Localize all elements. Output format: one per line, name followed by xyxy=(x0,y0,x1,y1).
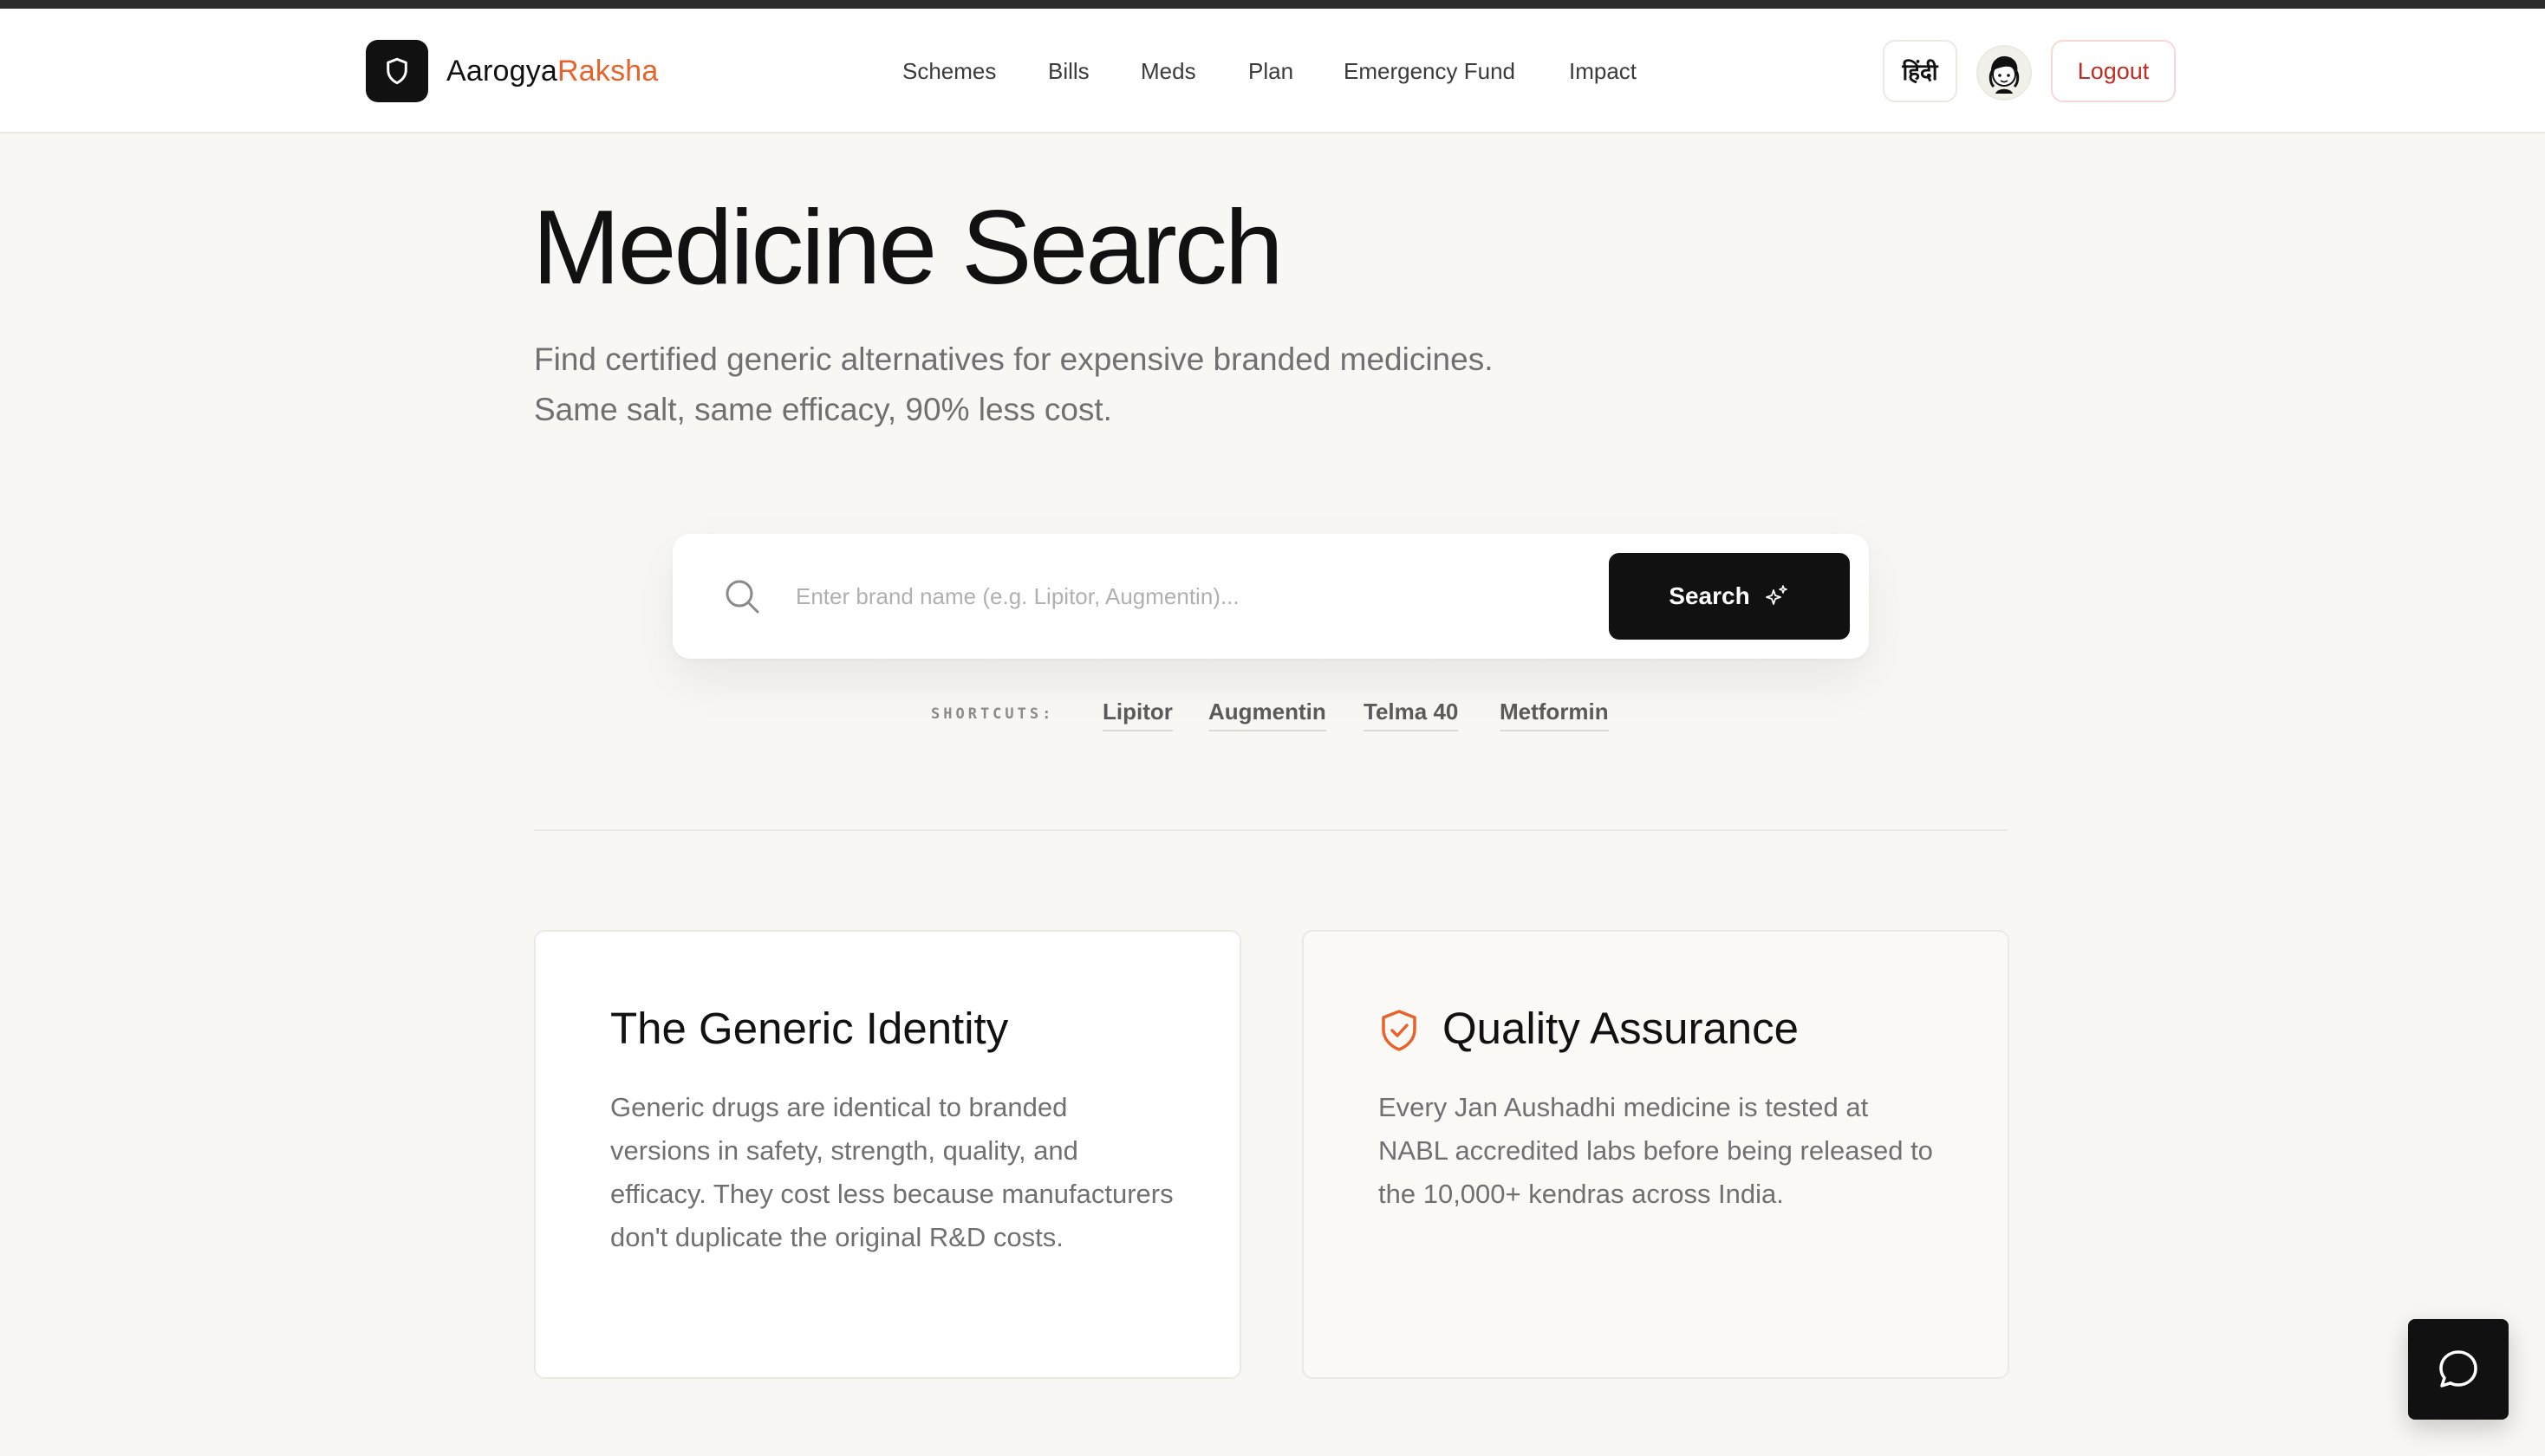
shield-logo-icon xyxy=(387,57,407,85)
subtitle-line-1: Find certified generic alternatives for … xyxy=(534,341,1494,377)
shortcut-chip-metformin[interactable]: Metformin xyxy=(1500,697,1609,731)
search-icon xyxy=(726,580,759,614)
brand-name[interactable]: AarogyaRaksha xyxy=(446,52,659,90)
brand-name-part1: Aarogya xyxy=(446,55,558,88)
chat-bubble-icon xyxy=(2439,1350,2477,1388)
search-button[interactable]: Search xyxy=(1609,553,1850,640)
language-toggle-button[interactable]: हिंदी xyxy=(1883,40,1957,102)
generic-identity-card: The Generic Identity Generic drugs are i… xyxy=(534,930,1241,1379)
logout-button[interactable]: Logout xyxy=(2051,40,2176,102)
sparkles-icon xyxy=(1765,585,1787,605)
logo[interactable] xyxy=(366,40,428,102)
shortcut-chip-augmentin[interactable]: Augmentin xyxy=(1208,697,1326,731)
card-body: Every Jan Aushadhi medicine is tested at… xyxy=(1378,1092,1933,1209)
quality-assurance-card: Quality Assurance Every Jan Aushadhi med… xyxy=(1302,930,2009,1379)
subtitle-line-2: Same salt, same efficacy, 90% less cost. xyxy=(534,392,1112,427)
avatar[interactable] xyxy=(1976,45,2032,101)
shortcut-chip-lipitor[interactable]: Lipitor xyxy=(1103,697,1173,731)
nav-item-impact[interactable]: Impact xyxy=(1569,54,1637,88)
card-body: Generic drugs are identical to branded v… xyxy=(610,1092,1174,1252)
nav-item-meds[interactable]: Meds xyxy=(1141,54,1196,88)
search-card: Search xyxy=(673,534,1869,659)
shortcut-chip-telma-40[interactable]: Telma 40 xyxy=(1364,697,1459,731)
chat-button[interactable] xyxy=(2408,1319,2509,1420)
card-title: The Generic Identity xyxy=(610,1004,1009,1053)
top-accent-strip xyxy=(0,0,2545,9)
shortcuts-label: SHORTCUTS: xyxy=(931,705,1055,723)
page-title: Medicine Search xyxy=(532,188,1284,306)
search-input[interactable] xyxy=(796,569,1559,624)
avatar-illustration-icon xyxy=(1988,55,2020,94)
page-subtitle: Find certified generic alternatives for … xyxy=(534,335,1661,435)
header: AarogyaRaksha Schemes Bills Meds Plan Em… xyxy=(0,9,2545,133)
card-title: Quality Assurance xyxy=(1442,1004,1800,1053)
shield-check-icon xyxy=(1382,1010,1416,1051)
nav-item-emergency-fund[interactable]: Emergency Fund xyxy=(1344,54,1515,88)
nav-item-bills[interactable]: Bills xyxy=(1048,54,1090,88)
search-button-label: Search xyxy=(1669,582,1750,609)
brand-name-part2: Raksha xyxy=(557,55,659,88)
section-divider xyxy=(534,829,2008,831)
nav-item-schemes[interactable]: Schemes xyxy=(902,54,996,88)
nav-item-plan[interactable]: Plan xyxy=(1248,54,1293,88)
